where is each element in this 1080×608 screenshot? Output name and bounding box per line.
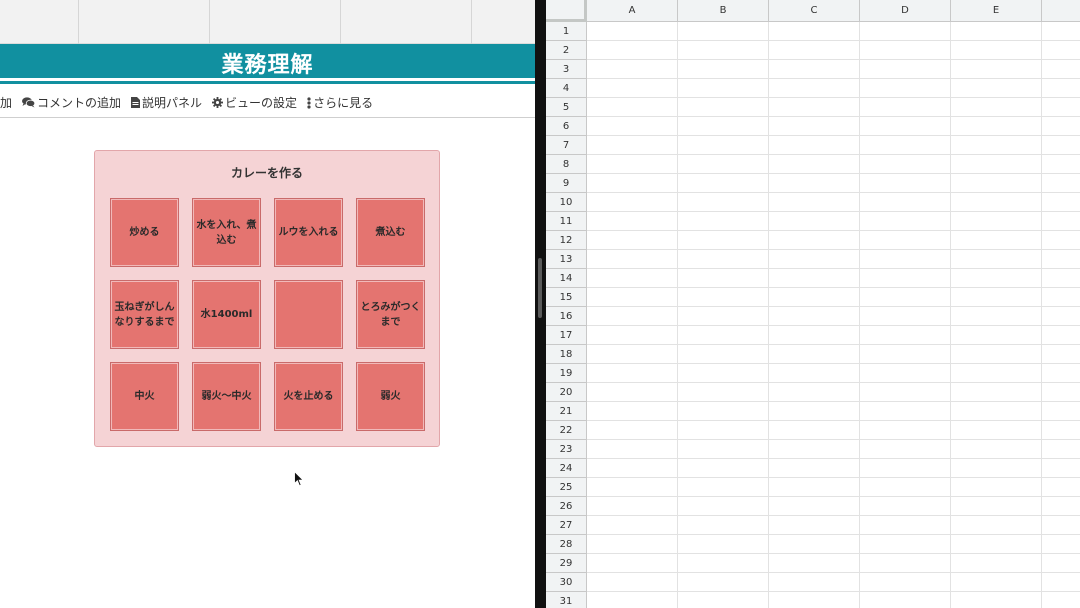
- gear-icon: [212, 97, 224, 108]
- vertical-ellipsis-icon: [307, 96, 311, 109]
- card-add-roux[interactable]: ルウを入れる: [274, 198, 343, 267]
- card-empty[interactable]: [274, 280, 343, 349]
- card-stir-fry[interactable]: 炒める: [110, 198, 179, 267]
- curry-board: カレーを作る 炒める 水を入れ、煮込む ルウを入れる 煮込む 玉ねぎがしんなりす…: [94, 150, 440, 447]
- row-header[interactable]: 16: [546, 307, 587, 326]
- row-header[interactable]: 14: [546, 269, 587, 288]
- description-panel-button[interactable]: 説明パネル: [131, 94, 202, 111]
- card-turn-off-heat[interactable]: 火を止める: [274, 362, 343, 431]
- row-header[interactable]: 7: [546, 136, 587, 155]
- row-header[interactable]: 30: [546, 573, 587, 592]
- column-header[interactable]: C: [769, 0, 860, 22]
- view-settings-button[interactable]: ビューの設定: [212, 94, 297, 111]
- row-header[interactable]: 23: [546, 440, 587, 459]
- add-comment-label: コメントの追加: [37, 96, 122, 110]
- row-header[interactable]: 24: [546, 459, 587, 478]
- toolbar-add-label: 加: [0, 96, 13, 110]
- row-header[interactable]: 20: [546, 383, 587, 402]
- toolbar-item-add[interactable]: 加: [0, 94, 12, 111]
- row-header[interactable]: 26: [546, 497, 587, 516]
- card-grid: 炒める 水を入れ、煮込む ルウを入れる 煮込む 玉ねぎがしんなりするまで 水14…: [110, 198, 425, 431]
- add-comment-button[interactable]: コメントの追加: [22, 94, 121, 111]
- row-header[interactable]: 25: [546, 478, 587, 497]
- spreadsheet-pane: ABCDE 1 2 3 4 5 6 7 8 9 10 11 12 13 14 15 16 17 18 19 20 21 2…: [546, 0, 1080, 608]
- board-title: カレーを作る: [230, 166, 303, 180]
- mouse-cursor-icon: [294, 471, 304, 487]
- row-header[interactable]: 3: [546, 60, 587, 79]
- column-header-partial[interactable]: [1042, 0, 1080, 22]
- row-header[interactable]: 5: [546, 98, 587, 117]
- row-header[interactable]: 29: [546, 554, 587, 573]
- column-header[interactable]: A: [587, 0, 678, 22]
- card-simmer[interactable]: 煮込む: [356, 198, 425, 267]
- card-until-onions-soft[interactable]: 玉ねぎがしんなりするまで: [110, 280, 179, 349]
- frame-cell: [79, 0, 210, 44]
- column-header[interactable]: E: [951, 0, 1042, 22]
- row-header[interactable]: 31: [546, 592, 587, 608]
- column-header[interactable]: B: [678, 0, 769, 22]
- row-header[interactable]: 11: [546, 212, 587, 231]
- card-until-thickened[interactable]: とろみがつくまで: [356, 280, 425, 349]
- row-header[interactable]: 15: [546, 288, 587, 307]
- view-settings-label: ビューの設定: [225, 96, 298, 110]
- row-header[interactable]: 4: [546, 79, 587, 98]
- comments-icon: [22, 97, 36, 108]
- row-header[interactable]: 13: [546, 250, 587, 269]
- row-header[interactable]: 2: [546, 41, 587, 60]
- select-all-corner[interactable]: [546, 0, 587, 22]
- row-header[interactable]: 27: [546, 516, 587, 535]
- column-header[interactable]: D: [860, 0, 951, 22]
- card-water-amount[interactable]: 水1400ml: [192, 280, 261, 349]
- row-header[interactable]: 19: [546, 364, 587, 383]
- row-header[interactable]: 17: [546, 326, 587, 345]
- divider-handle[interactable]: [538, 258, 542, 318]
- row-header[interactable]: 28: [546, 535, 587, 554]
- more-label: さらに見る: [313, 96, 374, 110]
- row-header[interactable]: 12: [546, 231, 587, 250]
- row-header[interactable]: 6: [546, 117, 587, 136]
- board-header-title: 業務理解: [221, 53, 314, 78]
- more-button[interactable]: さらに見る: [307, 94, 373, 111]
- board-header: 業務理解: [0, 44, 535, 78]
- cell-grid[interactable]: [587, 22, 1080, 608]
- split-divider[interactable]: [535, 0, 546, 608]
- frame-cell: [210, 0, 341, 44]
- row-header[interactable]: 22: [546, 421, 587, 440]
- document-icon: [131, 97, 141, 108]
- header-divider-accent: [0, 81, 535, 84]
- row-header[interactable]: 8: [546, 155, 587, 174]
- frame-cell: [341, 0, 472, 44]
- row-header[interactable]: 9: [546, 174, 587, 193]
- description-panel-label: 説明パネル: [142, 96, 203, 110]
- row-header[interactable]: 18: [546, 345, 587, 364]
- frame-cell: [0, 0, 79, 44]
- row-header[interactable]: 21: [546, 402, 587, 421]
- row-header[interactable]: 1: [546, 22, 587, 41]
- board-pane: 業務理解 加 コメントの追加 説明パネル ビューの設定 さらに見る カレーを作る…: [0, 0, 535, 608]
- board-toolbar: 加 コメントの追加 説明パネル ビューの設定 さらに見る: [0, 88, 535, 118]
- card-medium-heat[interactable]: 中火: [110, 362, 179, 431]
- top-frame-strip: [0, 0, 535, 44]
- card-low-heat[interactable]: 弱火: [356, 362, 425, 431]
- card-add-water-simmer[interactable]: 水を入れ、煮込む: [192, 198, 261, 267]
- card-low-to-medium-heat[interactable]: 弱火〜中火: [192, 362, 261, 431]
- row-header[interactable]: 10: [546, 193, 587, 212]
